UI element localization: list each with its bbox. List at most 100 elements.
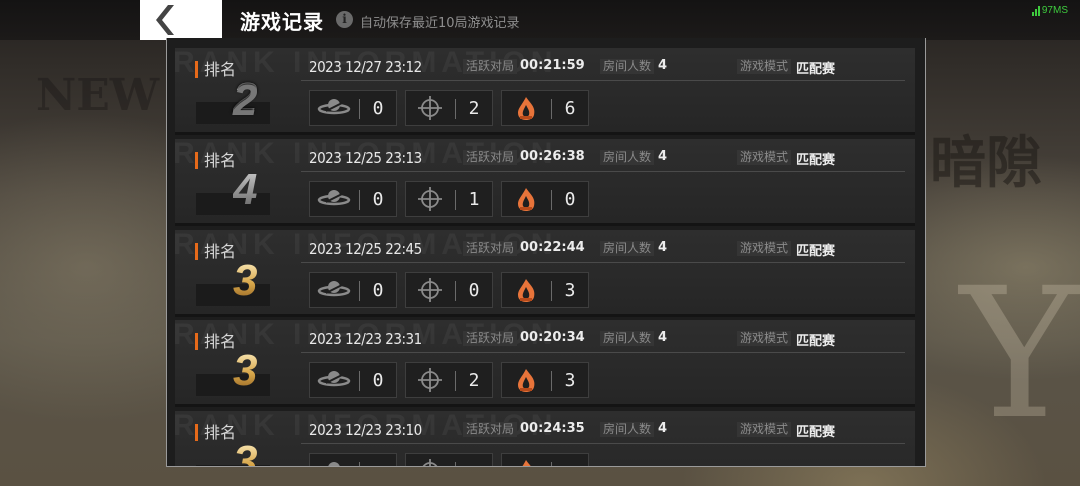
room-label: 房间人数: [600, 331, 655, 346]
stat-kills: [405, 453, 493, 466]
stat-kills-value: 2: [468, 98, 480, 119]
stat-items-value: 3: [564, 280, 576, 301]
mode-value: 匹配赛: [796, 334, 836, 349]
stat-kills-value: 1: [468, 189, 480, 210]
mode-value: 匹配赛: [796, 153, 836, 168]
record-date: 2023 12/25 23:13: [309, 149, 422, 167]
stat-kills: 2: [405, 362, 493, 398]
record-date: 2023 12/27 23:12: [309, 58, 422, 76]
mode-label: 游戏模式: [737, 150, 792, 165]
stat-items-value: 0: [564, 189, 576, 210]
stat-divider: [455, 462, 456, 466]
rank-label: 排名: [195, 333, 236, 350]
active-label: 活跃对局: [463, 241, 518, 256]
mode-value: 匹配赛: [796, 425, 836, 440]
rescue-icon: [317, 371, 351, 387]
page-title: 游戏记录: [240, 10, 324, 34]
rank-number: 3: [233, 256, 258, 305]
stat-kills-value: 2: [468, 370, 480, 391]
page-subtitle: 自动保存最近10局游戏记录: [360, 16, 520, 31]
back-button[interactable]: [140, 0, 222, 40]
rescue-icon: [317, 99, 351, 115]
stat-kills: 0: [405, 272, 493, 308]
row-divider: [301, 80, 905, 81]
crosshair-icon: [418, 278, 442, 302]
room-label: 房间人数: [600, 241, 655, 256]
room-value: 4: [658, 58, 668, 73]
room-value: 4: [658, 240, 668, 255]
stat-rescue: 0: [309, 362, 397, 398]
rank-label: 排名: [195, 243, 236, 260]
room-value: 4: [658, 330, 668, 345]
active-label: 活跃对局: [463, 422, 518, 437]
bg-text-new: NEW: [36, 70, 160, 121]
mode-value: 匹配赛: [796, 62, 836, 77]
rank-number: 2: [233, 74, 258, 123]
fire-icon: [522, 460, 531, 466]
record-row[interactable]: RANK INFORMATION 排名 3 2023 12/23 23:10 活…: [175, 411, 915, 467]
mode-label: 游戏模式: [737, 422, 792, 437]
stat-rescue: [309, 453, 397, 466]
stat-items: 3: [501, 362, 589, 398]
row-divider: [301, 262, 905, 263]
room-label: 房间人数: [600, 150, 655, 165]
stat-divider: [359, 462, 360, 466]
row-divider: [301, 171, 905, 172]
stat-rescue: 0: [309, 181, 397, 217]
active-label: 活跃对局: [463, 331, 518, 346]
stat-items: 3: [501, 272, 589, 308]
chevron-left-icon: [156, 5, 174, 35]
room-value: 4: [658, 421, 668, 436]
rank-number: 3: [233, 346, 258, 395]
rank-label: 排名: [195, 152, 236, 169]
room-label: 房间人数: [600, 422, 655, 437]
stat-rescue: 0: [309, 90, 397, 126]
stat-kills: 1: [405, 181, 493, 217]
stat-divider: [551, 462, 552, 466]
crosshair-icon: [418, 96, 442, 120]
active-label: 活跃对局: [463, 150, 518, 165]
row-divider: [301, 352, 905, 353]
rank-label: 排名: [195, 61, 236, 78]
rescue-icon: [317, 190, 351, 206]
records-list[interactable]: RANK INFORMATION 排名 2 2023 12/27 23:12 活…: [166, 38, 926, 467]
record-date: 2023 12/23 23:10: [309, 421, 422, 439]
record-date: 2023 12/23 23:31: [309, 330, 422, 348]
active-value: 00:22:44: [520, 240, 585, 255]
active-value: 00:26:38: [520, 149, 585, 164]
stat-kills-value: 0: [468, 280, 480, 301]
mode-label: 游戏模式: [737, 331, 792, 346]
record-row[interactable]: RANK INFORMATION 排名 3 2023 12/25 22:45 活…: [175, 230, 915, 317]
network-ping: 97MS: [1031, 5, 1068, 16]
rank-number: 3: [233, 439, 257, 467]
stat-items: 0: [501, 181, 589, 217]
record-row[interactable]: RANK INFORMATION 排名 2 2023 12/27 23:12 活…: [175, 48, 915, 135]
bg-text-y: Y: [960, 250, 1079, 459]
signal-icon: [1031, 6, 1040, 16]
rescue-icon: [317, 281, 351, 297]
room-label: 房间人数: [600, 59, 655, 74]
active-value: 00:24:35: [520, 421, 585, 436]
row-divider: [301, 443, 905, 444]
record-date: 2023 12/25 22:45: [309, 240, 422, 258]
rank-number: 4: [233, 165, 258, 214]
info-icon[interactable]: i: [336, 11, 353, 28]
stat-rescue-value: 0: [372, 280, 384, 301]
rescue-icon: [328, 462, 342, 466]
mode-label: 游戏模式: [737, 241, 792, 256]
mode-label: 游戏模式: [737, 59, 792, 74]
crosshair-icon: [422, 459, 438, 466]
stat-rescue-value: 0: [372, 370, 384, 391]
crosshair-icon: [418, 187, 442, 211]
record-row[interactable]: RANK INFORMATION 排名 4 2023 12/25 23:13 活…: [175, 139, 915, 226]
ping-value: 97MS: [1041, 5, 1068, 16]
stat-items-value: 6: [564, 98, 576, 119]
record-row[interactable]: RANK INFORMATION 排名 3 2023 12/23 23:31 活…: [175, 320, 915, 407]
bg-text-anxi: 暗隙: [930, 131, 1042, 196]
fire-icon: [518, 279, 535, 302]
rank-label: 排名: [195, 424, 236, 441]
stat-items: [501, 453, 589, 466]
stat-rescue: 0: [309, 272, 397, 308]
stat-items-value: 3: [564, 370, 576, 391]
fire-icon: [518, 97, 535, 120]
